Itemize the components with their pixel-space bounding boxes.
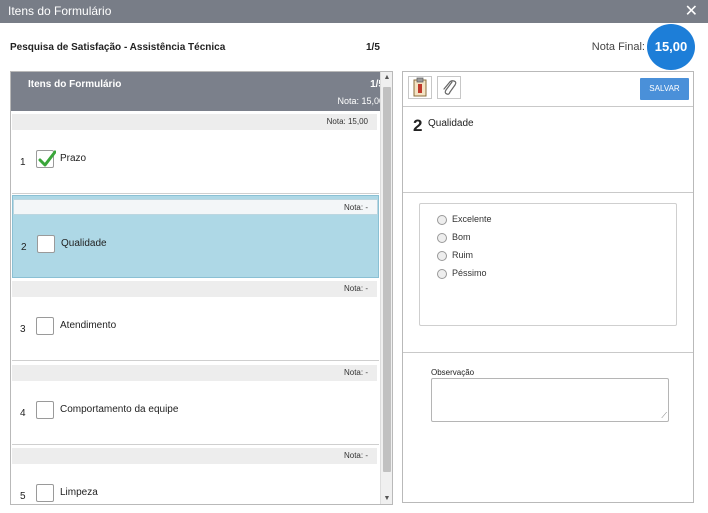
items-panel-nota: Nota: 15,00	[337, 96, 384, 106]
item-nota: Nota: -	[12, 281, 377, 297]
scroll-down-icon[interactable]: ▼	[381, 495, 392, 502]
item-checkbox[interactable]	[36, 484, 54, 502]
paperclip-icon	[443, 80, 457, 95]
divider	[403, 352, 693, 353]
list-item[interactable]: Nota: - 3 Atendimento	[12, 278, 379, 361]
option-label: Péssimo	[452, 268, 487, 278]
item-label: Prazo	[60, 153, 87, 164]
item-number: 1	[20, 157, 26, 168]
list-item[interactable]: Nota: 15,00 1 Prazo	[12, 111, 379, 194]
nota-final-label: Nota Final:	[591, 41, 645, 53]
form-position: 1/5	[366, 42, 380, 53]
divider	[403, 106, 693, 107]
option-label: Bom	[452, 232, 471, 242]
item-label: Atendimento	[60, 320, 117, 331]
item-nota: Nota: 15,00	[12, 114, 377, 130]
question-text: Qualidade	[428, 118, 474, 129]
observacao-textarea[interactable]: ⟋	[431, 378, 669, 422]
item-label: Qualidade	[61, 238, 107, 249]
items-scrollbar[interactable]: ▲ ▼	[380, 72, 392, 504]
divider	[403, 192, 693, 193]
item-nota: Nota: -	[12, 365, 377, 381]
item-detail-panel: SALVAR 2 Qualidade Excelente Bom Ruim Pé…	[402, 71, 694, 503]
list-item[interactable]: Nota: - 4 Comportamento da equipe	[12, 362, 379, 445]
radio-button[interactable]	[437, 251, 447, 261]
item-number: 5	[20, 491, 26, 502]
items-panel-title: Itens do Formulário	[28, 79, 122, 90]
scrollbar-thumb[interactable]	[383, 87, 391, 472]
option-label: Excelente	[452, 214, 492, 224]
window-titlebar: Itens do Formulário ✕	[0, 0, 708, 23]
scroll-up-icon[interactable]: ▲	[381, 74, 392, 81]
options-group: Excelente Bom Ruim Péssimo	[419, 203, 677, 326]
radio-button[interactable]	[437, 269, 447, 279]
list-item-selected[interactable]: Nota: - 2 Qualidade	[12, 195, 379, 278]
observacao-label: Observação	[431, 368, 475, 377]
radio-button[interactable]	[437, 215, 447, 225]
items-panel-header: Itens do Formulário 1/5 Nota: 15,00	[11, 72, 392, 111]
clipboard-icon	[413, 77, 427, 97]
item-label: Limpeza	[60, 487, 98, 498]
item-checkbox[interactable]	[36, 150, 56, 168]
attach-button[interactable]	[437, 76, 461, 99]
question-number: 2	[413, 116, 423, 135]
item-checkbox[interactable]	[36, 401, 54, 419]
report-button[interactable]	[408, 76, 432, 99]
item-nota: Nota: -	[13, 199, 378, 215]
window-title: Itens do Formulário	[8, 4, 112, 18]
form-title: Pesquisa de Satisfação - Assistência Téc…	[10, 42, 226, 53]
resize-grip-icon[interactable]: ⟋	[661, 412, 667, 420]
radio-button[interactable]	[437, 233, 447, 243]
items-panel: Itens do Formulário 1/5 Nota: 15,00 Nota…	[10, 71, 393, 505]
item-number: 3	[20, 324, 26, 335]
option-label: Ruim	[452, 250, 474, 260]
item-label: Comportamento da equipe	[60, 404, 179, 415]
close-icon[interactable]: ✕	[685, 0, 698, 23]
item-nota: Nota: -	[12, 448, 377, 464]
item-number: 4	[20, 408, 26, 419]
save-button[interactable]: SALVAR	[640, 78, 689, 100]
list-item[interactable]: Nota: - 5 Limpeza	[12, 445, 379, 504]
item-checkbox[interactable]	[37, 235, 55, 253]
item-checkbox[interactable]	[36, 317, 54, 335]
checkmark-icon	[38, 150, 56, 167]
item-number: 2	[21, 242, 27, 253]
nota-final-badge: 15,00	[647, 24, 695, 70]
